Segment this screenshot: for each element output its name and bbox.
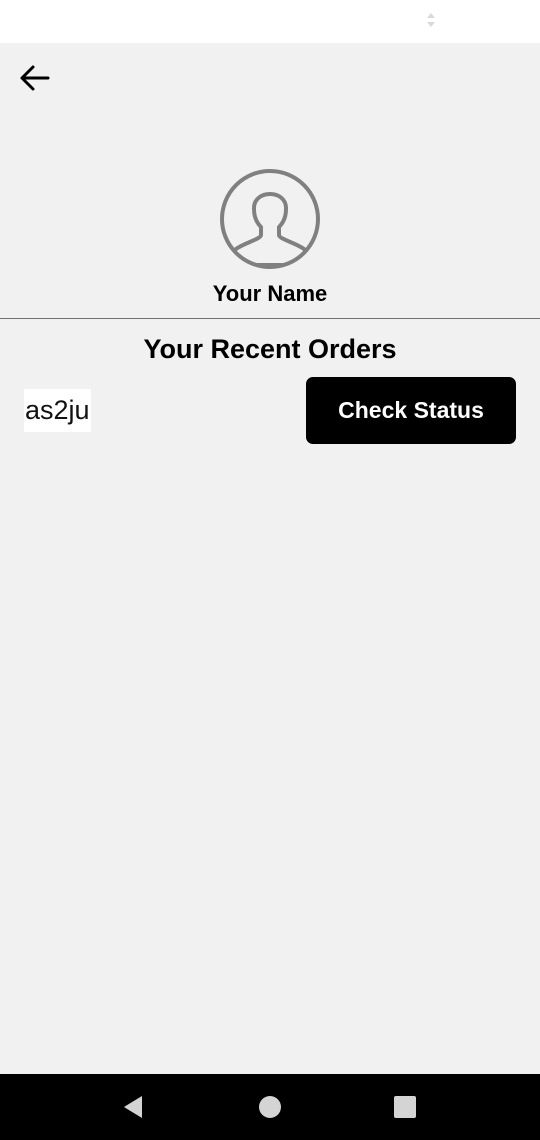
order-id: as2ju (24, 389, 91, 432)
orders-heading: Your Recent Orders (143, 334, 397, 364)
profile-name: Your Name (212, 281, 328, 306)
nav-recents-button[interactable] (390, 1092, 420, 1122)
back-button[interactable] (12, 58, 56, 98)
user-avatar-icon (220, 169, 320, 269)
navigation-bar (0, 1074, 540, 1140)
status-bar (0, 0, 540, 43)
sort-arrows-icon (427, 13, 435, 27)
nav-back-button[interactable] (118, 1092, 148, 1122)
nav-home-button[interactable] (255, 1092, 285, 1122)
avatar (218, 167, 322, 271)
nav-home-circle-icon (259, 1096, 281, 1118)
divider (0, 318, 540, 319)
check-status-button[interactable]: Check Status (306, 377, 516, 444)
nav-recents-square-icon (394, 1096, 416, 1118)
arrow-left-icon (20, 65, 50, 91)
nav-back-triangle-icon (124, 1096, 142, 1118)
